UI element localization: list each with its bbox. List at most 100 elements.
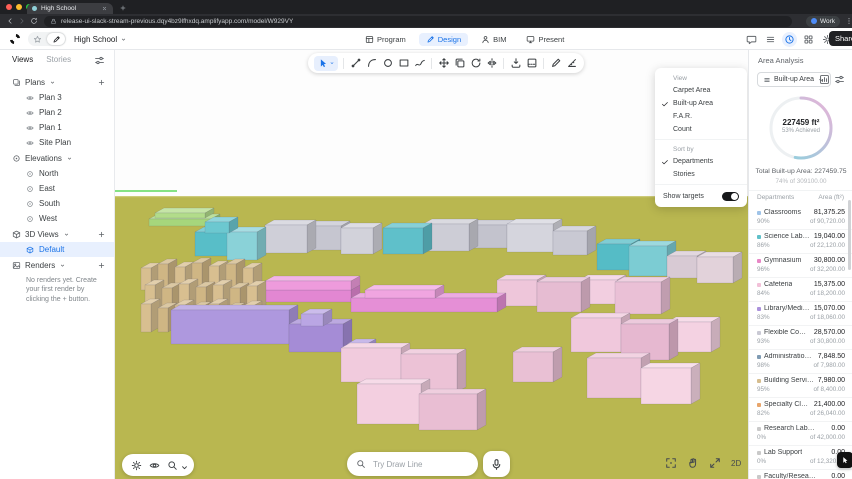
nav-tab-design[interactable]: Design	[419, 33, 468, 46]
address-bar[interactable]: release-ui-slack-stream-previous.dqy4bz9…	[44, 16, 792, 27]
visibility-icon[interactable]	[149, 460, 160, 471]
menu-option-built-up-area[interactable]: Built-up Area	[655, 97, 747, 110]
department-row[interactable]: Building Servic...7,980.0095%of 8,400.00	[749, 374, 852, 398]
department-color-dot	[757, 427, 761, 431]
section-tool[interactable]	[525, 57, 538, 70]
department-percent: 83%	[757, 314, 770, 321]
pan-hand-icon[interactable]	[687, 457, 699, 469]
department-row[interactable]: Gymnasium30,800.0096%of 32,200.00	[749, 254, 852, 278]
section-header-3d-views[interactable]: 3D Views	[0, 226, 114, 242]
sidebar-tab-views[interactable]: Views	[12, 55, 33, 64]
menu-option-carpet-area[interactable]: Carpet Area	[655, 84, 747, 97]
command-search-input[interactable]	[371, 459, 469, 470]
show-targets-toggle[interactable]	[722, 192, 739, 201]
auto-mode-button[interactable]	[28, 32, 46, 46]
import-tool[interactable]	[509, 57, 522, 70]
forward-button[interactable]	[18, 17, 26, 25]
apps-icon[interactable]	[801, 32, 816, 47]
measure-tool[interactable]	[565, 57, 578, 70]
rectangle-tool[interactable]	[397, 57, 410, 70]
duplicate-tool[interactable]	[453, 57, 466, 70]
comment-icon[interactable]	[744, 32, 759, 47]
nav-tab-bim[interactable]: BIM	[474, 33, 513, 46]
select-tool[interactable]	[314, 56, 338, 71]
list-icon[interactable]	[763, 32, 778, 47]
chart-view-icon[interactable]	[819, 74, 830, 85]
viewport[interactable]: ViewCarpet AreaBuilt-up AreaF.A.R.CountS…	[115, 50, 748, 479]
history-icon[interactable]	[782, 32, 797, 47]
rotate-tool[interactable]	[469, 57, 482, 70]
site-info-icon[interactable]	[50, 18, 57, 25]
sidebar-item-plan-1[interactable]: Plan 1	[0, 120, 114, 135]
sidebar-tab-stories[interactable]: Stories	[46, 55, 71, 64]
department-row[interactable]: Library/Media C...15,070.0083%of 18,060.…	[749, 302, 852, 326]
department-row[interactable]: Classrooms81,375.2590%of 90,720.00	[749, 206, 852, 230]
fit-view-icon[interactable]	[665, 457, 677, 469]
circle-tool[interactable]	[381, 57, 394, 70]
check-icon	[661, 100, 669, 108]
section-header-elevations[interactable]: Elevations	[0, 150, 114, 166]
section-header-plans[interactable]: Plans	[0, 74, 114, 90]
fullscreen-icon[interactable]	[709, 457, 721, 469]
browser-menu-icon[interactable]	[845, 17, 852, 25]
menu-option-stories[interactable]: Stories	[655, 168, 747, 181]
3d-scene[interactable]	[115, 50, 748, 479]
edit-mode-button[interactable]	[47, 33, 65, 45]
browser-tab[interactable]: High School	[27, 3, 113, 14]
sidebar-item-east[interactable]: East	[0, 181, 114, 196]
sidebar-item-plan-2[interactable]: Plan 2	[0, 105, 114, 120]
sidebar-item-south[interactable]: South	[0, 196, 114, 211]
minimize-window-button[interactable]	[16, 4, 22, 10]
sidebar-item-default[interactable]: Default	[0, 242, 114, 257]
browser-profile-chip[interactable]: Work	[806, 16, 840, 27]
line-tool[interactable]	[349, 57, 362, 70]
freehand-tool[interactable]	[413, 57, 426, 70]
close-window-button[interactable]	[6, 4, 12, 10]
back-button[interactable]	[6, 17, 14, 25]
arc-tool[interactable]	[365, 57, 378, 70]
mirror-tool[interactable]	[485, 57, 498, 70]
sidebar-filter-icon[interactable]	[94, 55, 105, 66]
department-row[interactable]: Science Laborat...19,040.0086%of 22,120.…	[749, 230, 852, 254]
environment-icon[interactable]	[131, 460, 142, 471]
app-logo-icon[interactable]	[9, 33, 21, 45]
department-value: 7,980.00	[818, 377, 845, 384]
section-header-renders[interactable]: Renders	[0, 257, 114, 273]
reload-button[interactable]	[30, 17, 38, 25]
new-tab-button[interactable]	[119, 4, 127, 12]
voice-command-button[interactable]	[483, 451, 510, 477]
menu-option-f-a-r-[interactable]: F.A.R.	[655, 110, 747, 123]
sidebar-item-site-plan[interactable]: Site Plan	[0, 135, 114, 150]
floating-assistant-widget[interactable]	[837, 452, 852, 468]
add-3d-views-icon[interactable]	[97, 230, 106, 239]
department-target: of 30,800.00	[810, 338, 845, 345]
view-options-menu: ViewCarpet AreaBuilt-up AreaF.A.R.CountS…	[655, 68, 747, 207]
department-row[interactable]: Faculty/Researc...0.000%of 20,160.00	[749, 470, 852, 479]
nav-tab-present[interactable]: Present	[519, 33, 571, 46]
add-plans-icon[interactable]	[97, 78, 106, 87]
zoom-tool-menu[interactable]	[167, 460, 185, 471]
add-renders-icon[interactable]	[97, 261, 106, 270]
menu-option-count[interactable]: Count	[655, 123, 747, 136]
url-text: release-ui-slack-stream-previous.dqy4bz9…	[61, 18, 293, 25]
department-row[interactable]: Flexible Common...28,570.0093%of 30,800.…	[749, 326, 852, 350]
panel-settings-icon[interactable]	[834, 74, 845, 85]
sidebar-item-west[interactable]: West	[0, 211, 114, 226]
item-label: East	[39, 184, 55, 193]
menu-option-departments[interactable]: Departments	[655, 155, 747, 168]
nav-tab-program[interactable]: Program	[358, 33, 413, 46]
department-target: of 26,040.00	[810, 410, 845, 417]
sidebar-item-plan-3[interactable]: Plan 3	[0, 90, 114, 105]
department-row[interactable]: Administration ...7,848.5098%of 7,980.00	[749, 350, 852, 374]
project-name-menu[interactable]: High School	[74, 28, 127, 50]
department-row[interactable]: Research Labora...0.000%of 42,000.00	[749, 422, 852, 446]
panel-scrollbar[interactable]	[848, 200, 851, 270]
pencil-tool[interactable]	[549, 57, 562, 70]
move-tool[interactable]	[437, 57, 450, 70]
department-row[interactable]: Specialty Class...21,400.0082%of 26,040.…	[749, 398, 852, 422]
share-button[interactable]: Share	[829, 31, 852, 46]
department-row[interactable]: Cafeteria15,375.0084%of 18,200.00	[749, 278, 852, 302]
2d-mode-button[interactable]: 2D	[731, 459, 741, 468]
sidebar-item-north[interactable]: North	[0, 166, 114, 181]
tab-close-icon[interactable]	[101, 5, 108, 12]
